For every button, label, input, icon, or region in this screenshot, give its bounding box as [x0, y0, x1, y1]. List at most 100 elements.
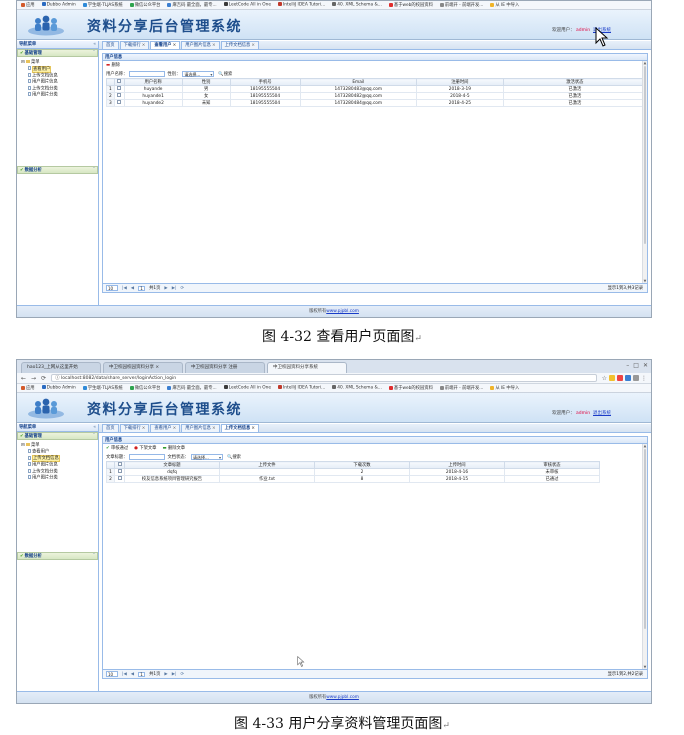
- bookmark-item[interactable]: 前端开 - 前端开发...: [439, 385, 483, 391]
- page-tab[interactable]: 首页: [102, 41, 119, 49]
- checkbox-icon[interactable]: [117, 79, 122, 84]
- checkbox-icon[interactable]: [117, 462, 122, 467]
- scroll-thumb[interactable]: [644, 66, 646, 244]
- extension-icon[interactable]: [633, 374, 639, 381]
- gender-select[interactable]: 请选择...: [182, 70, 215, 77]
- extension-icon[interactable]: [617, 374, 623, 381]
- page-number-input[interactable]: 1: [138, 285, 146, 291]
- footer-link[interactable]: www.pjpbl.com: [326, 309, 359, 314]
- column-header[interactable]: 上传文件: [219, 461, 315, 469]
- table-row[interactable]: 2 校友信息系统项目管理研究报告 作业.txt 8 2018-4-15 已通过: [106, 475, 600, 483]
- menu-icon[interactable]: ⋮: [641, 375, 647, 382]
- column-header[interactable]: Email: [299, 78, 418, 86]
- search-button[interactable]: 🔍搜索: [227, 454, 241, 460]
- table-row[interactable]: 1 huyande 男 18195555504 1473280483@qq.com 201…: [106, 85, 648, 93]
- bookmark-item[interactable]: 基于web的校园资料: [388, 2, 433, 8]
- maximize-icon[interactable]: □: [633, 362, 639, 369]
- accordion-data-analysis[interactable]: ✔数据分析 ˇ: [17, 166, 98, 174]
- tree-item[interactable]: 用户图片分类: [21, 475, 98, 482]
- accordion-basic-management[interactable]: ✔基础管理 ˆ: [17, 49, 98, 57]
- column-header[interactable]: 下载次数: [314, 461, 410, 469]
- page-tab[interactable]: 用户图片信息×: [181, 41, 220, 49]
- minimize-icon[interactable]: –: [626, 362, 629, 369]
- bookmark-item[interactable]: IntelliJ IDEA Tutori...: [278, 2, 325, 8]
- chevron-down-icon[interactable]: ˇ: [93, 553, 95, 560]
- url-field[interactable]: ⓘ localhost:8082/data/share_server/login…: [51, 374, 597, 382]
- column-header[interactable]: 用户名称: [123, 78, 183, 86]
- close-tab-icon[interactable]: ×: [173, 43, 177, 48]
- page-tab[interactable]: 上传文档信息×: [220, 424, 259, 432]
- checkbox-icon[interactable]: [117, 469, 122, 474]
- bookmark-item[interactable]: Dubbo Admin: [41, 2, 76, 8]
- bookmark-item[interactable]: 微信公众平台: [129, 2, 160, 8]
- bookmark-item[interactable]: 学生端-TLJAS系统: [82, 385, 123, 391]
- toolbar-button[interactable]: ▬ 删除: [106, 62, 120, 68]
- page-number-input[interactable]: 1: [138, 671, 146, 677]
- logout-link[interactable]: 退出系统: [593, 411, 611, 416]
- bookmark-item[interactable]: 微信公众平台: [129, 385, 160, 391]
- bookmark-item[interactable]: 40. XML Schema &...: [332, 385, 382, 391]
- toolbar-button[interactable]: ● 下架文章: [134, 445, 156, 451]
- column-header[interactable]: 手机号: [229, 78, 301, 86]
- last-page-icon[interactable]: ▶|: [172, 672, 177, 677]
- accordion-basic-management[interactable]: ✔基础管理 ˆ: [17, 432, 98, 440]
- chevron-up-icon[interactable]: ˆ: [93, 433, 95, 440]
- scroll-up-icon[interactable]: ▲: [643, 61, 647, 65]
- toolbar-button[interactable]: ▬ 删除文章: [162, 445, 185, 451]
- close-tab-icon[interactable]: ×: [251, 43, 255, 48]
- next-page-icon[interactable]: ▶: [164, 672, 167, 677]
- reload-icon[interactable]: ⟳: [41, 375, 46, 382]
- page-size-select[interactable]: 10: [106, 285, 118, 291]
- scroll-thumb[interactable]: [644, 449, 646, 629]
- back-icon[interactable]: ←: [21, 375, 26, 382]
- browser-tab[interactable]: 中卫校园资料分享 注册: [185, 362, 265, 373]
- collapse-icon[interactable]: «: [93, 41, 96, 49]
- bookmark-item[interactable]: 学生端-TLJAS系统: [82, 2, 123, 8]
- page-tab[interactable]: 下载排行×: [119, 424, 150, 432]
- bookmark-item[interactable]: 麻吉码 最全面，最专...: [167, 385, 217, 391]
- bookmark-item[interactable]: 应用: [21, 385, 35, 391]
- column-header[interactable]: 注册时间: [416, 78, 504, 86]
- last-page-icon[interactable]: ▶|: [172, 286, 177, 291]
- select-all-checkbox[interactable]: [114, 461, 125, 469]
- browser-tab[interactable]: 中卫校园资料分享系统: [267, 362, 347, 373]
- close-tab-icon[interactable]: ×: [212, 426, 216, 431]
- checkbox-icon[interactable]: [117, 93, 122, 98]
- search-button[interactable]: 🔍搜索: [218, 71, 232, 77]
- close-tab-icon[interactable]: ×: [251, 426, 255, 431]
- collapse-icon[interactable]: «: [93, 424, 96, 432]
- chevron-down-icon[interactable]: ˇ: [93, 167, 95, 174]
- row-checkbox[interactable]: [113, 99, 125, 107]
- bookmark-item[interactable]: LeetCode All in One: [223, 2, 271, 8]
- vertical-scrollbar[interactable]: ▲ ▼: [642, 444, 647, 669]
- star-icon[interactable]: ☆: [602, 375, 607, 382]
- vertical-scrollbar[interactable]: ▲ ▼: [642, 61, 647, 283]
- bookmark-item[interactable]: 40. XML Schema &...: [332, 2, 382, 8]
- close-tab-icon[interactable]: ×: [142, 43, 146, 48]
- prev-page-icon[interactable]: ◀: [131, 286, 134, 291]
- checkbox-icon[interactable]: [117, 100, 122, 105]
- close-tab-icon[interactable]: ×: [142, 426, 146, 431]
- bookmark-item[interactable]: LeetCode All in One: [223, 385, 271, 391]
- footer-link[interactable]: www.pjpbl.com: [326, 695, 359, 700]
- browser-tab[interactable]: hao123_上网从这里开始: [21, 362, 101, 373]
- bookmark-item[interactable]: 应用: [21, 2, 35, 8]
- close-icon[interactable]: ✕: [643, 362, 648, 369]
- column-header[interactable]: 激活状态: [502, 78, 648, 86]
- extension-icon[interactable]: [625, 374, 631, 381]
- scroll-up-icon[interactable]: ▲: [643, 444, 647, 448]
- row-checkbox[interactable]: [113, 92, 125, 100]
- first-page-icon[interactable]: |◀: [122, 286, 127, 291]
- title-search-input[interactable]: [129, 453, 166, 460]
- extension-icon[interactable]: [609, 374, 615, 381]
- forward-icon[interactable]: →: [31, 375, 36, 382]
- bookmark-item[interactable]: 从 IE 中导入: [490, 2, 519, 8]
- bookmark-item[interactable]: 麻吉码 最全面，最专...: [167, 2, 217, 8]
- close-tab-icon[interactable]: ×: [173, 426, 177, 431]
- prev-page-icon[interactable]: ◀: [131, 672, 134, 677]
- accordion-data-analysis[interactable]: ✔数据分析 ˇ: [17, 552, 98, 560]
- chevron-up-icon[interactable]: ˆ: [93, 50, 95, 57]
- bookmark-item[interactable]: 前端开 - 前端开发...: [439, 2, 483, 8]
- close-tab-icon[interactable]: ×: [212, 43, 216, 48]
- first-page-icon[interactable]: |◀: [122, 672, 127, 677]
